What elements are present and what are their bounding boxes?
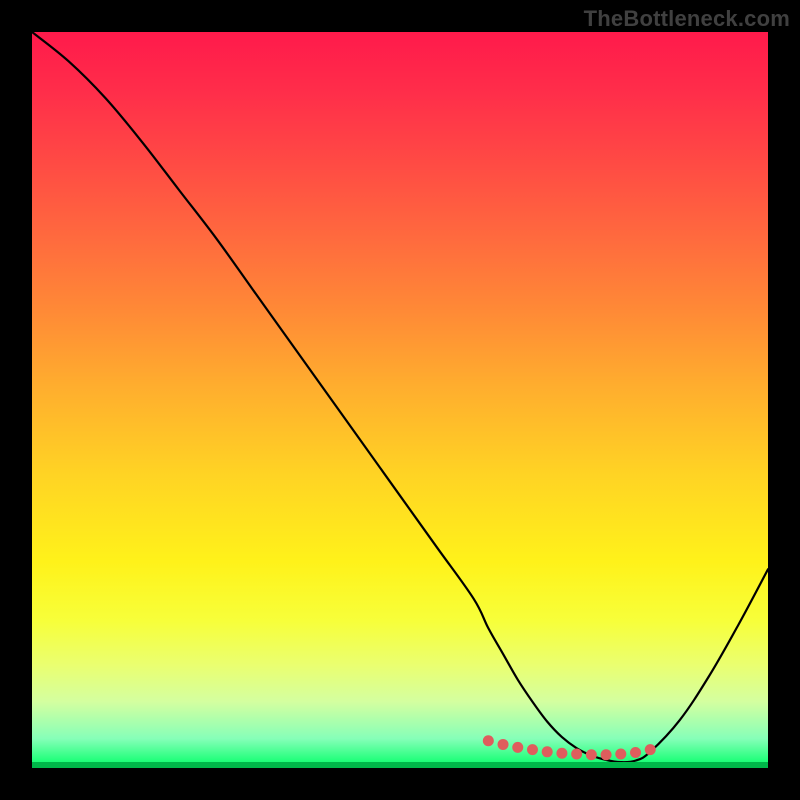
highlight-dot xyxy=(571,749,582,760)
chart-frame: TheBottleneck.com xyxy=(0,0,800,800)
chart-svg xyxy=(32,32,768,768)
bottom-green-band xyxy=(32,762,768,768)
highlight-dot xyxy=(512,742,523,753)
highlight-dot xyxy=(615,749,626,760)
highlight-dot xyxy=(645,744,656,755)
highlight-dot xyxy=(601,749,612,760)
highlight-dot xyxy=(483,735,494,746)
highlight-dot xyxy=(542,746,553,757)
plot-area xyxy=(32,32,768,768)
highlight-dot xyxy=(556,748,567,759)
highlight-dots-group xyxy=(483,735,656,760)
watermark-text: TheBottleneck.com xyxy=(584,6,790,32)
highlight-dot xyxy=(630,747,641,758)
highlight-dot xyxy=(527,744,538,755)
highlight-dot xyxy=(586,749,597,760)
highlight-dot xyxy=(498,739,509,750)
curve-path xyxy=(32,32,768,762)
